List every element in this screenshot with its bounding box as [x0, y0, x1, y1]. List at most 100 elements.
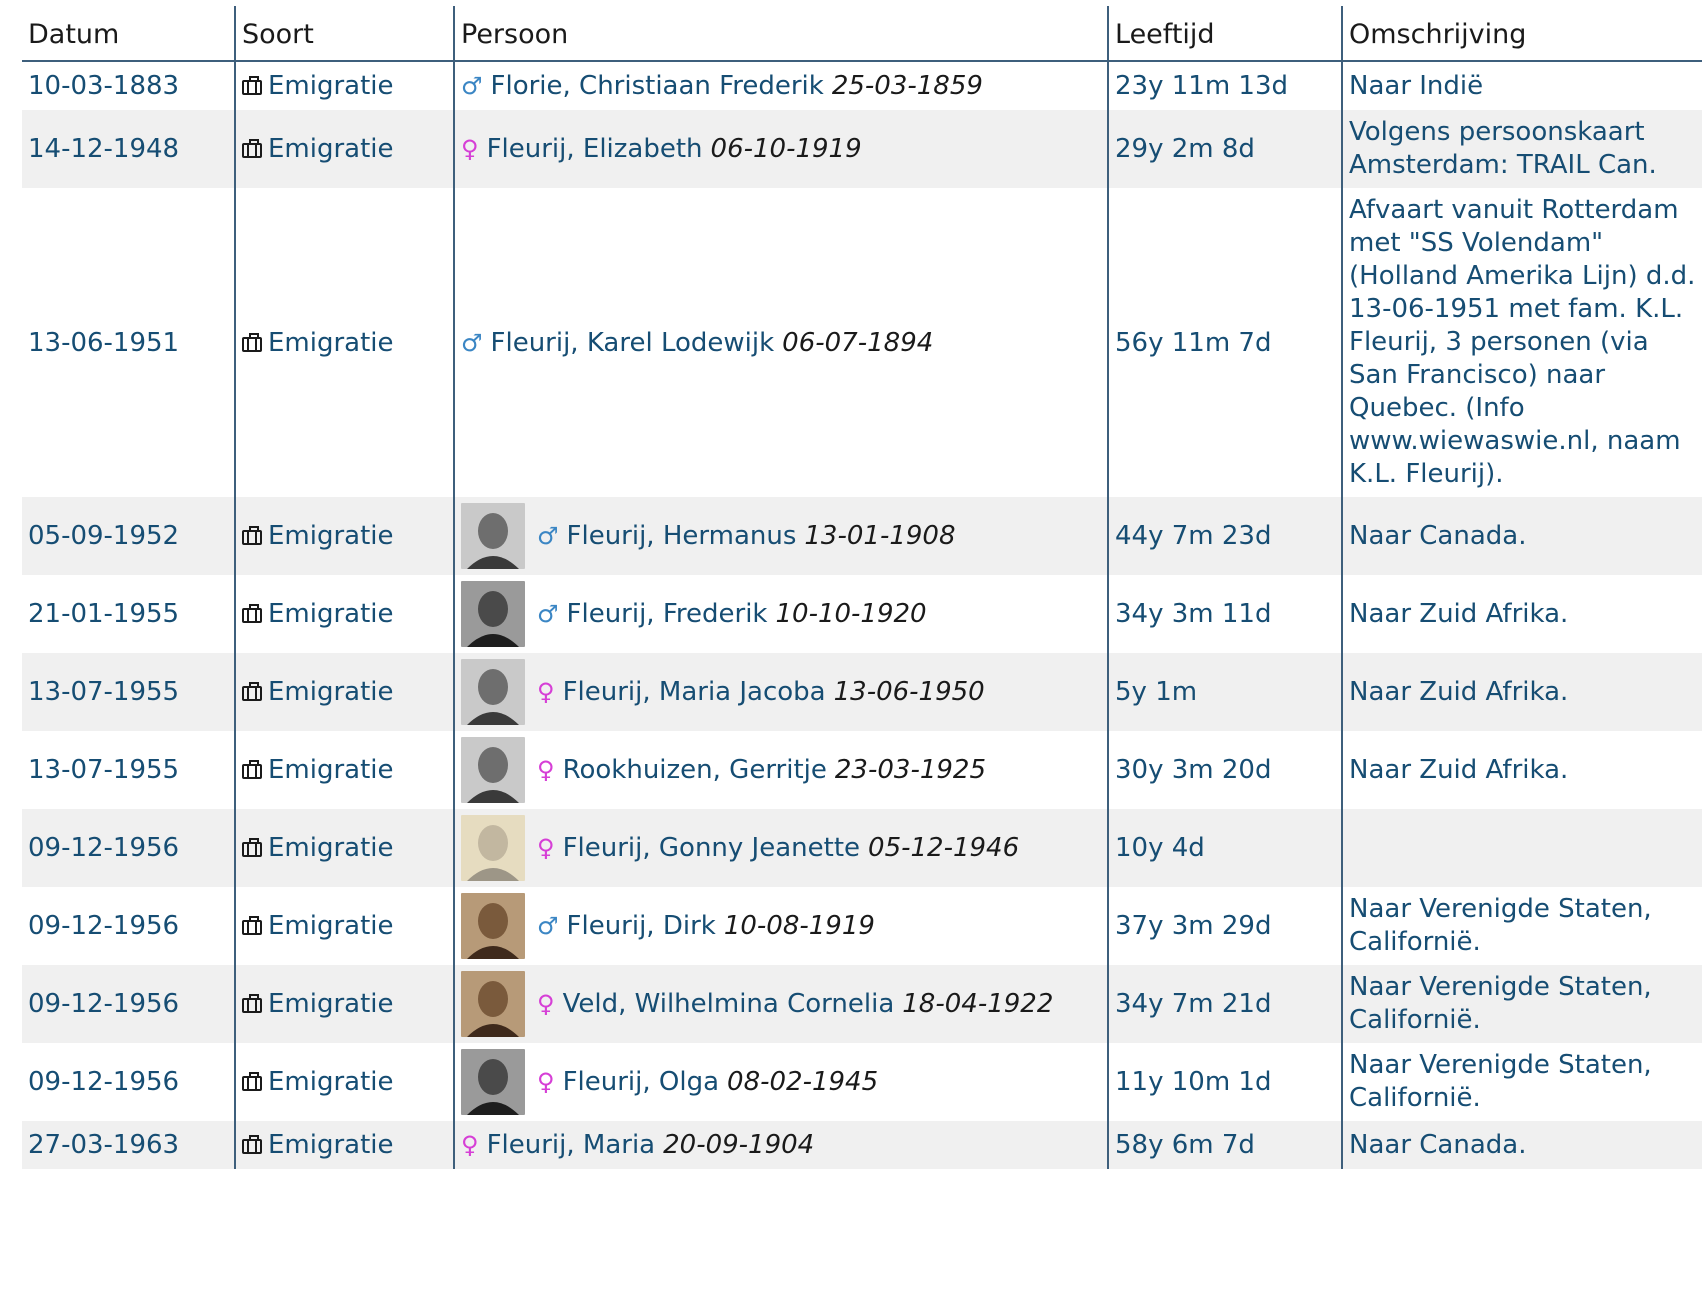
person-name[interactable]: Fleurij, Maria: [487, 1127, 656, 1163]
event-date-text[interactable]: 14-12-1948: [28, 134, 179, 164]
age: 5y 1m: [1107, 653, 1342, 731]
event-date-text[interactable]: 21-01-1955: [28, 599, 179, 629]
person-cell: ♂ Florie, Christiaan Frederik 25-03-1859: [453, 61, 1108, 110]
header-age[interactable]: Leeftijd: [1107, 6, 1342, 62]
person-name[interactable]: Fleurij, Gonny Jeanette: [563, 830, 860, 866]
birth-date: 13-06-1950: [833, 677, 985, 707]
event-date[interactable]: 13-07-1955: [22, 731, 235, 809]
header-description[interactable]: Omschrijving: [1341, 6, 1702, 62]
event-date[interactable]: 13-07-1955: [22, 653, 235, 731]
event-type-label[interactable]: Emigratie: [268, 677, 394, 707]
event-date-text[interactable]: 09-12-1956: [28, 833, 179, 863]
event-date-text[interactable]: 05-09-1952: [28, 521, 179, 551]
person-cell: ♀ Rookhuizen, Gerritje 23-03-1925: [453, 731, 1108, 809]
event-type-label[interactable]: Emigratie: [268, 833, 394, 863]
table-row: 10-03-1883 Emigratie ♂ Florie, Christiaa…: [22, 61, 1702, 110]
header-date[interactable]: Datum: [22, 6, 235, 62]
event-type-label[interactable]: Emigratie: [268, 328, 394, 358]
suitcase-icon: [242, 916, 262, 935]
person-photo[interactable]: [461, 815, 525, 881]
person-photo[interactable]: [461, 893, 525, 959]
age: 23y 11m 13d: [1107, 61, 1342, 110]
person-name[interactable]: Fleurij, Maria Jacoba: [563, 674, 826, 710]
event-date[interactable]: 27-03-1963: [22, 1121, 235, 1169]
event-date[interactable]: 09-12-1956: [22, 887, 235, 965]
sex-icon: ♀: [537, 756, 555, 784]
header-type[interactable]: Soort: [234, 6, 454, 62]
birth-date: 08-02-1945: [727, 1067, 879, 1097]
event-type-label[interactable]: Emigratie: [268, 134, 394, 164]
person-cell: ♀ Veld, Wilhelmina Cornelia 18-04-1922: [453, 965, 1108, 1043]
event-date-text[interactable]: 09-12-1956: [28, 911, 179, 941]
event-date[interactable]: 09-12-1956: [22, 965, 235, 1043]
person-photo[interactable]: [461, 971, 525, 1037]
event-date-text[interactable]: 13-06-1951: [28, 328, 179, 358]
suitcase-icon: [242, 994, 262, 1013]
event-date[interactable]: 05-09-1952: [22, 497, 235, 575]
event-type[interactable]: Emigratie: [234, 497, 454, 575]
table-row: 09-12-1956 Emigratie ♂ Fleurij, Dirk 10-…: [22, 887, 1702, 965]
person-name[interactable]: Fleurij, Frederik: [567, 596, 768, 632]
person-name[interactable]: Fleurij, Elizabeth: [487, 131, 703, 167]
event-date[interactable]: 21-01-1955: [22, 575, 235, 653]
person-name[interactable]: Fleurij, Karel Lodewijk: [491, 325, 775, 361]
event-date-text[interactable]: 09-12-1956: [28, 989, 179, 1019]
person-photo[interactable]: [461, 659, 525, 725]
table-body: 10-03-1883 Emigratie ♂ Florie, Christiaa…: [22, 61, 1702, 1169]
suitcase-icon: [242, 526, 262, 545]
sex-icon: ♂: [537, 522, 559, 550]
person-name[interactable]: Fleurij, Dirk: [567, 908, 716, 944]
emigration-table: Datum Soort Persoon Leeftijd Omschrijvin…: [22, 6, 1702, 1169]
description: Naar Canada.: [1341, 497, 1702, 575]
person-photo[interactable]: [461, 503, 525, 569]
event-date[interactable]: 10-03-1883: [22, 61, 235, 110]
event-type[interactable]: Emigratie: [234, 188, 454, 497]
event-type-label[interactable]: Emigratie: [268, 1130, 394, 1160]
person-cell: ♂ Fleurij, Karel Lodewijk 06-07-1894: [453, 188, 1108, 497]
event-type-label[interactable]: Emigratie: [268, 989, 394, 1019]
event-type[interactable]: Emigratie: [234, 965, 454, 1043]
table-row: 13-07-1955 Emigratie ♀ Rookhuizen, Gerri…: [22, 731, 1702, 809]
event-type[interactable]: Emigratie: [234, 1043, 454, 1121]
event-type-label[interactable]: Emigratie: [268, 521, 394, 551]
table-row: 14-12-1948 Emigratie ♀ Fleurij, Elizabet…: [22, 110, 1702, 188]
person-entry: ♀ Rookhuizen, Gerritje 23-03-1925: [461, 737, 1101, 803]
event-date[interactable]: 14-12-1948: [22, 110, 235, 188]
event-date[interactable]: 09-12-1956: [22, 809, 235, 887]
event-date-text[interactable]: 27-03-1963: [28, 1130, 179, 1160]
age: 30y 3m 20d: [1107, 731, 1342, 809]
person-name[interactable]: Fleurij, Hermanus: [567, 518, 797, 554]
person-photo[interactable]: [461, 581, 525, 647]
person-name[interactable]: Florie, Christiaan Frederik: [491, 68, 824, 104]
suitcase-icon: [242, 332, 262, 352]
event-date-text[interactable]: 09-12-1956: [28, 1067, 179, 1097]
person-photo[interactable]: [461, 737, 525, 803]
event-type-label[interactable]: Emigratie: [268, 755, 394, 785]
person-cell: ♀ Fleurij, Maria Jacoba 13-06-1950: [453, 653, 1108, 731]
person-photo[interactable]: [461, 1049, 525, 1115]
event-date-text[interactable]: 10-03-1883: [28, 71, 179, 101]
header-person[interactable]: Persoon: [453, 6, 1108, 62]
event-type[interactable]: Emigratie: [234, 887, 454, 965]
event-type[interactable]: Emigratie: [234, 575, 454, 653]
event-date-text[interactable]: 13-07-1955: [28, 755, 179, 785]
event-date[interactable]: 09-12-1956: [22, 1043, 235, 1121]
description: Naar Indië: [1341, 61, 1702, 110]
event-type[interactable]: Emigratie: [234, 809, 454, 887]
event-type-label[interactable]: Emigratie: [268, 599, 394, 629]
event-type[interactable]: Emigratie: [234, 1121, 454, 1169]
person-name[interactable]: Fleurij, Olga: [563, 1064, 719, 1100]
person-name[interactable]: Veld, Wilhelmina Cornelia: [563, 986, 895, 1022]
event-type[interactable]: Emigratie: [234, 110, 454, 188]
event-type[interactable]: Emigratie: [234, 653, 454, 731]
person-name[interactable]: Rookhuizen, Gerritje: [563, 752, 827, 788]
event-date[interactable]: 13-06-1951: [22, 188, 235, 497]
event-type-label[interactable]: Emigratie: [268, 71, 394, 101]
event-date-text[interactable]: 13-07-1955: [28, 677, 179, 707]
description: Volgens persoonskaart Amsterdam: TRAIL C…: [1341, 110, 1702, 188]
event-type[interactable]: Emigratie: [234, 61, 454, 110]
event-type-label[interactable]: Emigratie: [268, 911, 394, 941]
event-type-label[interactable]: Emigratie: [268, 1067, 394, 1097]
description: Naar Zuid Afrika.: [1341, 575, 1702, 653]
event-type[interactable]: Emigratie: [234, 731, 454, 809]
